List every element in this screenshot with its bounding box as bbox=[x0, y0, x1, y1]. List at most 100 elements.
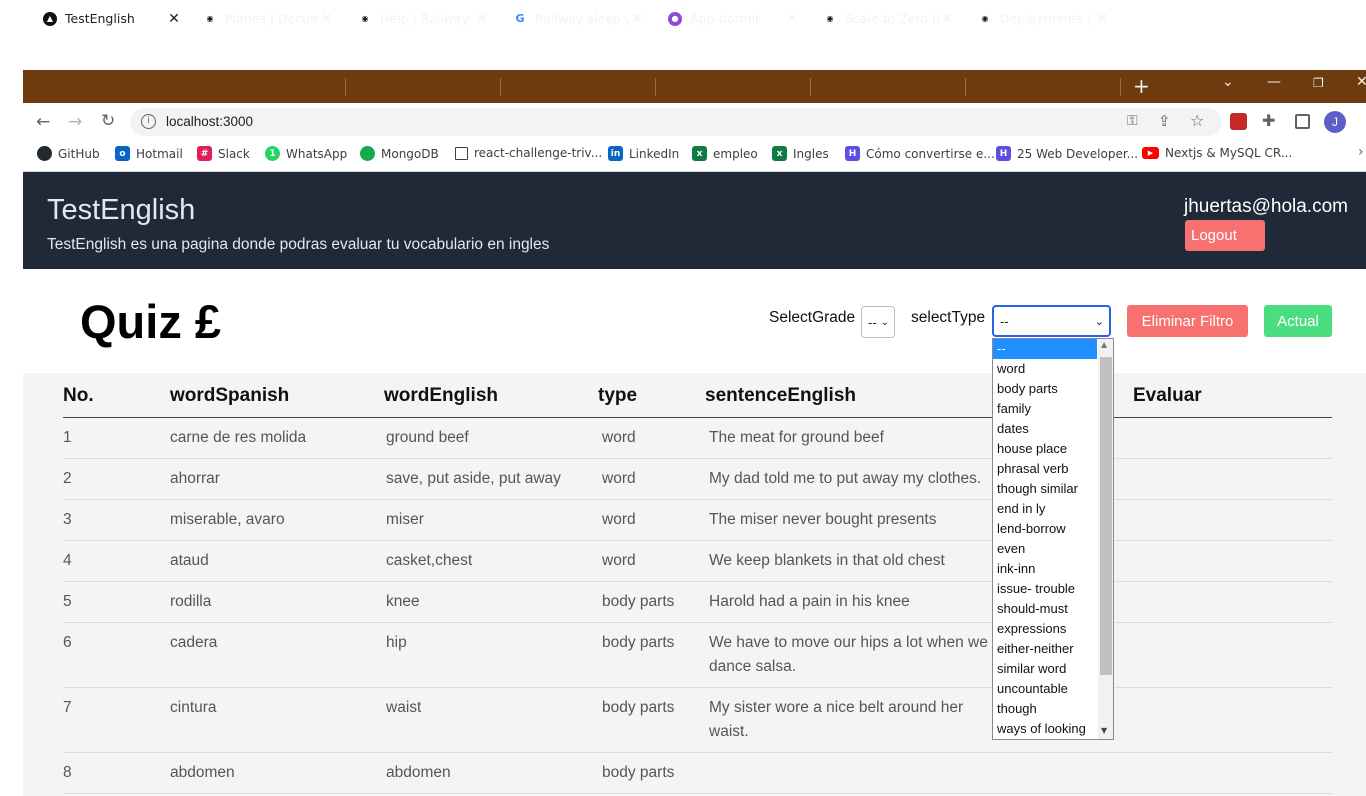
bookmark-slack[interactable]: # Slack bbox=[197, 146, 250, 161]
close-tab-icon[interactable]: ✕ bbox=[319, 11, 335, 27]
close-tab-icon[interactable]: ✕ bbox=[629, 11, 645, 27]
type-option[interactable]: though similar bbox=[993, 479, 1097, 499]
share-icon[interactable]: ⇪ bbox=[1158, 112, 1171, 130]
back-icon[interactable]: ← bbox=[36, 112, 50, 132]
bookmark-github[interactable]: GitHub bbox=[37, 146, 100, 161]
bookmark-empleo[interactable]: x empleo bbox=[692, 146, 758, 161]
cell-word-spanish: rodilla bbox=[170, 593, 212, 610]
type-option[interactable]: phrasal verb bbox=[993, 459, 1097, 479]
restore-icon[interactable]: ❐ bbox=[1313, 76, 1324, 90]
cell-type: word bbox=[602, 429, 636, 446]
more-bookmarks-icon[interactable]: › bbox=[1358, 144, 1364, 160]
bookmark-label: GitHub bbox=[58, 146, 100, 161]
tab-divider bbox=[500, 78, 501, 96]
close-tab-icon[interactable]: ✕ bbox=[474, 11, 490, 27]
tab-title: Deployments | Ra bbox=[1000, 11, 1094, 26]
bookmark-nextjs-mysql[interactable]: ▶ Nextjs & MySQL CR... bbox=[1142, 146, 1292, 160]
bookmark-mongodb[interactable]: MongoDB bbox=[360, 146, 439, 161]
bookmark-linkedin[interactable]: in LinkedIn bbox=[608, 146, 679, 161]
bookmark-hotmail[interactable]: o Hotmail bbox=[115, 146, 183, 161]
profile-avatar[interactable]: J bbox=[1324, 111, 1346, 133]
select-type-dropdown[interactable]: -- ⌄ bbox=[992, 305, 1111, 337]
bookmark-ingles[interactable]: x Ingles bbox=[772, 146, 829, 161]
type-option[interactable]: should-must bbox=[993, 599, 1097, 619]
type-option[interactable]: expressions bbox=[993, 619, 1097, 639]
tab-search-chevron-icon[interactable]: ⌄ bbox=[1222, 74, 1234, 90]
railway-favicon-icon: ◉ bbox=[203, 11, 217, 26]
reload-icon[interactable]: ↻ bbox=[101, 111, 115, 131]
bookmark-label: empleo bbox=[713, 146, 758, 161]
bookmark-label: Ingles bbox=[793, 146, 829, 161]
type-option[interactable]: either-neither bbox=[993, 639, 1097, 659]
tab-app-dormir[interactable]: ● App-dormir ✕ bbox=[656, 4, 806, 33]
type-option[interactable]: -- bbox=[993, 339, 1097, 359]
tab-scale-to-zero[interactable]: ◉ Scale to Zero (Pa ✕ bbox=[811, 4, 961, 33]
type-option[interactable]: body parts bbox=[993, 379, 1097, 399]
type-option[interactable]: ways of looking bbox=[993, 719, 1097, 739]
type-option[interactable]: uncountable bbox=[993, 679, 1097, 699]
type-option[interactable]: house place bbox=[993, 439, 1097, 459]
type-option[interactable]: even bbox=[993, 539, 1097, 559]
column-header-word-english: wordEnglish bbox=[384, 385, 498, 406]
cell-sentence-english: We keep blankets in that old chest bbox=[709, 552, 945, 569]
bookmark-react-challenge[interactable]: react-challenge-triv... bbox=[455, 146, 602, 160]
type-option[interactable]: family bbox=[993, 399, 1097, 419]
logout-button[interactable]: Logout bbox=[1185, 220, 1265, 251]
type-option[interactable]: end in ly bbox=[993, 499, 1097, 519]
new-tab-icon[interactable]: + bbox=[1133, 74, 1150, 98]
current-button[interactable]: Actual bbox=[1264, 305, 1332, 337]
close-tab-icon[interactable]: ✕ bbox=[784, 11, 800, 27]
minimize-icon[interactable]: — bbox=[1267, 74, 1281, 90]
row-divider bbox=[63, 793, 1332, 794]
type-option[interactable]: lend-borrow bbox=[993, 519, 1097, 539]
linkedin-icon: in bbox=[608, 146, 623, 161]
close-tab-icon[interactable]: ✕ bbox=[939, 11, 955, 27]
type-option[interactable]: ink-inn bbox=[993, 559, 1097, 579]
password-key-icon[interactable]: ⚿ bbox=[1127, 113, 1138, 129]
type-option[interactable]: issue- trouble bbox=[993, 579, 1097, 599]
google-favicon-icon: G bbox=[513, 11, 527, 26]
cell-type: body parts bbox=[602, 593, 675, 610]
type-option[interactable]: similar word bbox=[993, 659, 1097, 679]
type-option[interactable]: word bbox=[993, 359, 1097, 379]
address-text[interactable]: localhost:3000 bbox=[166, 114, 253, 129]
scroll-up-arrow-icon[interactable]: ▲ bbox=[1101, 340, 1107, 349]
bookmark-como-convertirse[interactable]: H Cómo convertirse e... bbox=[845, 146, 995, 161]
tab-testenglish[interactable]: ▲ TestEnglish ✕ bbox=[31, 4, 188, 33]
address-bar[interactable] bbox=[130, 108, 1222, 136]
bookmark-whatsapp[interactable]: 1 WhatsApp bbox=[265, 146, 347, 161]
cell-type: body parts bbox=[602, 764, 675, 781]
tab-deployments[interactable]: ◉ Deployments | Ra ✕ bbox=[966, 4, 1116, 33]
site-info-icon[interactable]: i bbox=[141, 114, 156, 129]
type-option[interactable]: dates bbox=[993, 419, 1097, 439]
cell-type: word bbox=[602, 470, 636, 487]
app-header bbox=[23, 172, 1366, 269]
scroll-down-arrow-icon[interactable]: ▼ bbox=[1101, 726, 1107, 735]
tab-divider bbox=[655, 78, 656, 96]
bookmark-star-icon[interactable]: ☆ bbox=[1190, 111, 1204, 130]
close-tab-icon[interactable]: ✕ bbox=[1094, 11, 1110, 27]
forward-icon[interactable]: → bbox=[68, 112, 82, 132]
select-grade-dropdown[interactable]: -- ⌄ bbox=[861, 306, 895, 338]
tab-planes[interactable]: ◉ Planes | Documen ✕ bbox=[191, 4, 341, 33]
extensions-puzzle-icon[interactable]: ✚ bbox=[1262, 111, 1275, 130]
close-tab-icon[interactable]: ✕ bbox=[166, 11, 182, 27]
chevron-down-icon: ⌄ bbox=[1094, 315, 1104, 328]
bookmark-25-web-developer[interactable]: H 25 Web Developer... bbox=[996, 146, 1138, 161]
cell-word-english: knee bbox=[386, 593, 420, 610]
type-option[interactable]: though bbox=[993, 699, 1097, 719]
tab-title: Railway sleep you bbox=[535, 11, 629, 26]
excel-icon: x bbox=[692, 146, 707, 161]
dropdown-scrollbar-thumb[interactable] bbox=[1100, 357, 1112, 675]
extension-icon[interactable] bbox=[1230, 113, 1247, 130]
tab-google-search[interactable]: G Railway sleep you ✕ bbox=[501, 4, 651, 33]
select-type-options-list[interactable]: -- word body parts family dates house pl… bbox=[992, 338, 1114, 740]
brand-title[interactable]: TestEnglish bbox=[47, 194, 195, 227]
cell-word-english: waist bbox=[386, 699, 422, 716]
window-close-icon[interactable]: ✕ bbox=[1356, 74, 1366, 90]
tab-help-railway[interactable]: ◉ Help | Railway ✕ bbox=[346, 4, 496, 33]
bookmark-label: MongoDB bbox=[381, 146, 439, 161]
clear-filter-button[interactable]: Eliminar Filtro bbox=[1127, 305, 1248, 337]
site-logo-icon: H bbox=[996, 146, 1011, 161]
side-panel-icon[interactable] bbox=[1295, 114, 1310, 129]
